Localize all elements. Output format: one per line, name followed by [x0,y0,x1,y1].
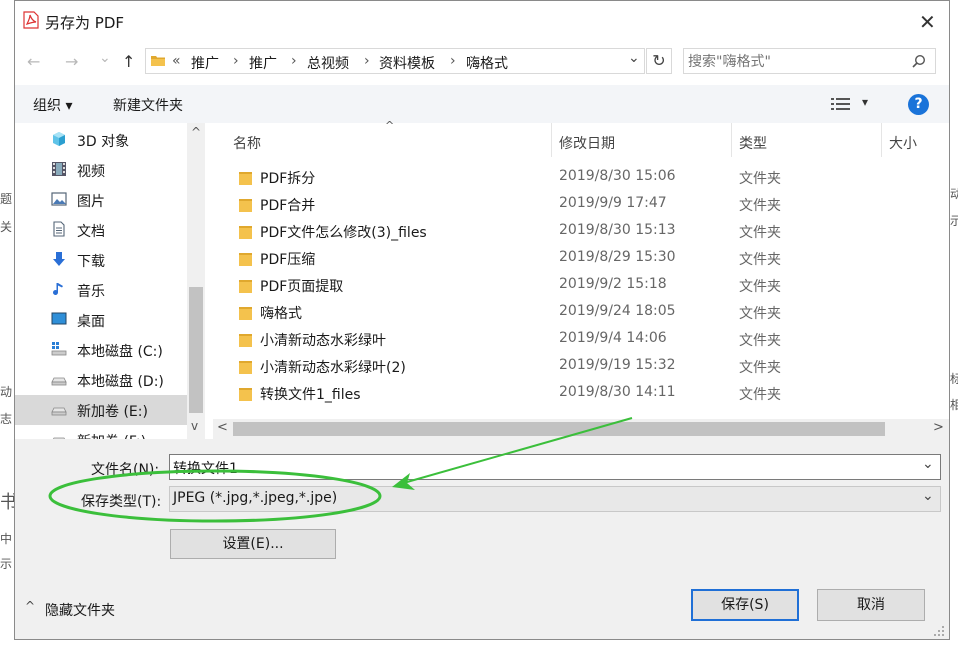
highlight-ellipse [48,469,382,523]
annotation-overlay [48,417,633,523]
annotation-arrow-line [399,417,633,485]
